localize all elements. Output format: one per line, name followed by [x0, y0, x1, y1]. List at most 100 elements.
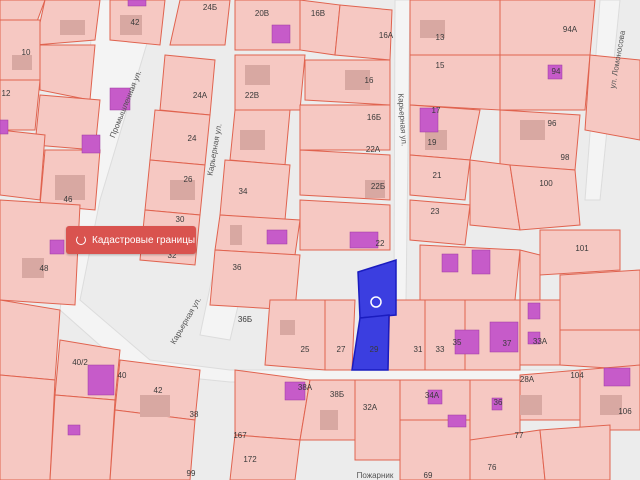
parcel	[559, 269, 640, 331]
parcel-number-label: 16А	[379, 31, 394, 40]
parcel-number-label: 12	[2, 89, 11, 98]
parcel-number-label: 33А	[533, 337, 548, 346]
parcel-number-label: 32А	[363, 403, 378, 412]
building	[520, 395, 542, 415]
selected-parcel-upper	[357, 258, 397, 319]
parcel	[299, 104, 391, 151]
parcel-number-label: 16	[365, 76, 374, 85]
building-highlighted	[349, 231, 379, 249]
parcel-number-label: 35	[453, 338, 462, 347]
parcel	[49, 394, 116, 480]
parcel	[234, 369, 311, 441]
parcel-number-label: 38А	[298, 383, 313, 392]
parcel-number-label: 19	[428, 138, 437, 147]
parcel-number-label: 34	[239, 187, 248, 196]
parcel-number-label: 26	[184, 175, 193, 184]
parcel-number-label: 23	[431, 207, 440, 216]
parcel-number-label: 25	[301, 345, 310, 354]
building-highlighted	[81, 134, 101, 154]
parcel-number-label: 98	[561, 153, 570, 162]
refresh-icon	[76, 235, 86, 245]
parcel	[109, 409, 196, 480]
building-highlighted	[471, 249, 491, 275]
building-highlighted	[67, 424, 81, 436]
parcel-number-label: 27	[337, 345, 346, 354]
parcel-number-label: 20В	[255, 9, 269, 18]
parcel-number-label: 101	[575, 244, 589, 253]
parcel	[409, 54, 501, 111]
building	[12, 55, 32, 70]
parcel-number-label: 24Б	[203, 3, 217, 12]
building	[245, 65, 270, 85]
parcel-number-label: 16В	[311, 9, 325, 18]
parcel-number-label: 104	[570, 371, 584, 380]
cadastral-boundaries-button[interactable]: Кадастровые границы	[66, 226, 196, 254]
parcel-number-label: 17	[432, 106, 441, 115]
parcel	[0, 19, 41, 81]
parcel	[499, 54, 591, 111]
building	[230, 225, 242, 245]
parcel	[499, 0, 596, 56]
parcel	[409, 199, 471, 246]
building-highlighted	[271, 24, 291, 44]
parcel-number-label: 77	[515, 431, 524, 440]
parcel	[519, 249, 541, 301]
parcel	[229, 434, 301, 480]
parcel-number-label: 96	[548, 119, 557, 128]
street-label: Пожарник	[357, 471, 394, 480]
parcel-number-label: 13	[436, 33, 445, 42]
building-highlighted	[0, 119, 9, 135]
parcel-number-label: 48	[40, 264, 49, 273]
parcel-number-label: 22А	[366, 145, 381, 154]
building	[280, 320, 295, 335]
parcel	[0, 299, 61, 381]
building	[320, 410, 338, 430]
parcel-number-label: 16Б	[367, 113, 381, 122]
parcel-number-label: 29	[370, 345, 379, 354]
cadastral-map[interactable]: Промышленная ул. Карьерная ул. Карьерная у…	[0, 0, 640, 480]
parcel-number-label: 21	[433, 171, 442, 180]
parcel-number-label: 76	[488, 463, 497, 472]
parcel-number-label: 22	[376, 239, 385, 248]
parcel	[219, 159, 291, 221]
cadastral-boundaries-label: Кадастровые границы	[92, 234, 196, 246]
parcel-number-label: 99	[187, 469, 196, 478]
building	[140, 395, 170, 417]
parcel	[419, 244, 521, 301]
building	[240, 130, 265, 150]
parcel	[159, 54, 216, 116]
parcel-number-label: 36	[494, 398, 503, 407]
parcel	[149, 109, 211, 166]
selected-parcel-lower	[351, 314, 390, 371]
parcel-number-label: 40/2	[72, 358, 88, 367]
parcel	[169, 0, 231, 46]
parcel	[39, 44, 96, 101]
parcel-number-label: 106	[618, 407, 632, 416]
parcel	[539, 424, 611, 480]
parcel	[509, 164, 581, 231]
building-highlighted	[603, 367, 631, 387]
parcel-number-label: 33	[436, 345, 445, 354]
parcel-number-label: 22В	[245, 91, 259, 100]
parcel-number-label: 46	[64, 195, 73, 204]
parcel-number-label: 34А	[425, 391, 440, 400]
parcel-number-label: 31	[414, 345, 423, 354]
parcel-number-label: 30	[176, 215, 185, 224]
parcel-number-label: 42	[154, 386, 163, 395]
parcel	[399, 419, 471, 480]
building	[60, 20, 85, 35]
parcel-number-label: 28А	[520, 375, 535, 384]
parcel-number-label: 15	[436, 61, 445, 70]
building-highlighted	[87, 364, 115, 396]
parcel-number-label: 69	[424, 471, 433, 480]
parcel	[324, 299, 356, 371]
building-highlighted	[49, 239, 65, 255]
parcel-number-label: 24А	[193, 91, 208, 100]
building-highlighted	[447, 414, 467, 428]
parcel	[0, 374, 56, 480]
parcel-number-label: 100	[539, 179, 553, 188]
building-highlighted	[441, 253, 459, 273]
parcel-number-label: 36	[233, 263, 242, 272]
parcel-number-label: 167	[233, 431, 247, 440]
parcel-number-label: 36Б	[238, 315, 252, 324]
